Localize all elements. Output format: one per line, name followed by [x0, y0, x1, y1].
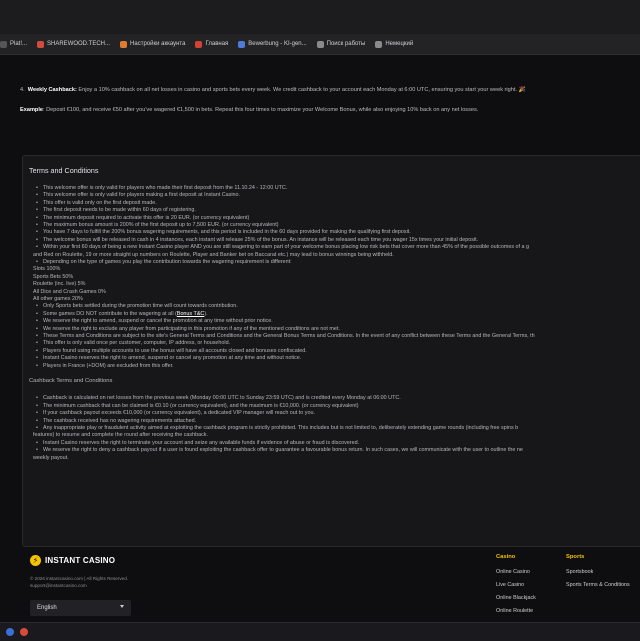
app-icon[interactable] [20, 628, 28, 636]
bookmark-favicon-icon [0, 40, 7, 48]
folder-icon [375, 40, 383, 48]
terms-line: The minimum cashback that can be claimed… [36, 403, 358, 409]
terms-line: This offer is only valid once per custom… [36, 340, 230, 346]
terms-line: Players found using multiple accounts to… [36, 348, 307, 354]
terms-line: This offer is valid only on the first de… [36, 200, 157, 206]
terms-line: Some games DO NOT contribute to the wage… [36, 311, 208, 317]
sports-heading: Sports [566, 554, 585, 560]
footer-link-sports-terms[interactable]: Sports Terms & Conditions [566, 582, 630, 588]
terms-line: Within your first 60 days of being a new… [36, 244, 529, 250]
example-text: Example: Deposit €100, and receive €50 a… [20, 107, 479, 113]
terms-line: and Red on Roulette, 19 or more straight… [33, 251, 394, 258]
footer-link-sportsbook[interactable]: Sportsbook [566, 569, 593, 575]
bookmark-item[interactable]: Немецкий [375, 40, 413, 48]
chevron-down-icon [120, 605, 124, 608]
bookmark-favicon-icon [195, 40, 203, 48]
lightning-logo-icon: ⚡ [30, 555, 41, 566]
terms-line: Instant Casino reserves the right to ter… [36, 440, 359, 446]
terms-line: These Terms and Conditions are subject t… [36, 333, 535, 339]
terms-line: Slots 100% [33, 266, 61, 273]
bookmark-favicon-icon [37, 40, 45, 48]
terms-title: Terms and Conditions [29, 166, 99, 175]
support-email[interactable]: support@instantcasino.com [30, 583, 87, 588]
copyright-text: © 2026 instantcasino.com | All Rights Re… [30, 576, 129, 581]
terms-line: This welcome offer is only valid for pla… [36, 192, 240, 198]
weekly-cashback-item: 4. Weekly Cashback: Enjoy a 10% cashback… [20, 87, 526, 93]
terms-line: Depending on the type of games you play … [36, 259, 292, 265]
terms-line: Sports Bets 50% [33, 273, 74, 280]
app-icon[interactable] [6, 628, 14, 636]
logo-text: INSTANT CASINO [45, 556, 116, 565]
bookmark-item[interactable]: Поиск работы [316, 40, 365, 48]
bookmark-favicon-icon [120, 40, 128, 48]
footer-link-online-casino[interactable]: Online Casino [496, 569, 530, 575]
terms-line: You have 7 days to fulfill the 200% bonu… [36, 229, 411, 235]
language-select[interactable]: English [30, 600, 131, 616]
bookmark-item[interactable]: SHAREWOOD.TECH... [37, 40, 110, 48]
terms-panel: Terms and Conditions This welcome offer … [22, 155, 640, 547]
casino-heading: Casino [496, 554, 516, 560]
terms-line: Only Sports bets settled during the prom… [36, 303, 238, 309]
terms-line: weekly payout. [33, 454, 69, 461]
bookmark-item[interactable]: Plat!... [0, 40, 27, 48]
terms-line: The minimum deposit required to activate… [36, 215, 249, 221]
terms-line: If your cashback payout exceeds €10,000 … [36, 410, 315, 416]
terms-line: The welcome bonus will be released in ca… [36, 237, 478, 243]
bookmarks-bar: Plat!... SHAREWOOD.TECH... Настройки акк… [0, 34, 640, 55]
bookmark-item[interactable]: Bewerbung - KI-gen... [238, 40, 307, 48]
terms-line: The maximum bonus amount is 200% of the … [36, 222, 279, 228]
terms-line: Cashback is calculated on net losses fro… [36, 395, 401, 401]
terms-line: Players in France (+DOM) are excluded fr… [36, 363, 174, 369]
cashback-terms-title: Cashback Terms and Conditions [29, 378, 113, 384]
terms-line: Any inappropriate play or fraudulent act… [36, 425, 518, 431]
terms-line: We reserve the right to exclude any play… [36, 326, 340, 332]
footer-link-online-blackjack[interactable]: Online Blackjack [496, 595, 536, 601]
folder-icon [316, 40, 324, 48]
bookmark-item[interactable]: Настройки аккаунта [120, 40, 185, 48]
terms-line: The cashback received has no wagering re… [36, 418, 196, 424]
terms-line: We reserve the right to amend, suspend o… [36, 318, 273, 324]
footer-logo[interactable]: ⚡ INSTANT CASINO [30, 555, 115, 566]
taskbar [0, 622, 640, 641]
footer-link-online-roulette[interactable]: Online Roulette [496, 608, 533, 614]
terms-line: Roulette (inc. live) 5% [33, 281, 86, 288]
terms-line: All Dice and Crash Games 0% [33, 288, 106, 295]
bookmark-favicon-icon [238, 40, 246, 48]
footer-link-live-casino[interactable]: Live Casino [496, 582, 524, 588]
terms-line: This welcome offer is only valid for pla… [36, 185, 287, 191]
bonus-tc-link[interactable]: Bonus T&C [177, 311, 204, 317]
terms-line: All other games 20% [33, 296, 83, 302]
terms-line: We reserve the right to deny a cashback … [36, 447, 523, 453]
terms-line: Instant Casino reserves the right to ame… [36, 355, 301, 361]
terms-line: The first deposit needs to be made withi… [36, 207, 196, 213]
browser-title-bar [0, 0, 640, 34]
promo-page: 4. Weekly Cashback: Enjoy a 10% cashback… [0, 55, 640, 622]
bookmark-item[interactable]: Главная [195, 40, 228, 48]
terms-line: features) to resume and complete the rou… [33, 432, 208, 439]
